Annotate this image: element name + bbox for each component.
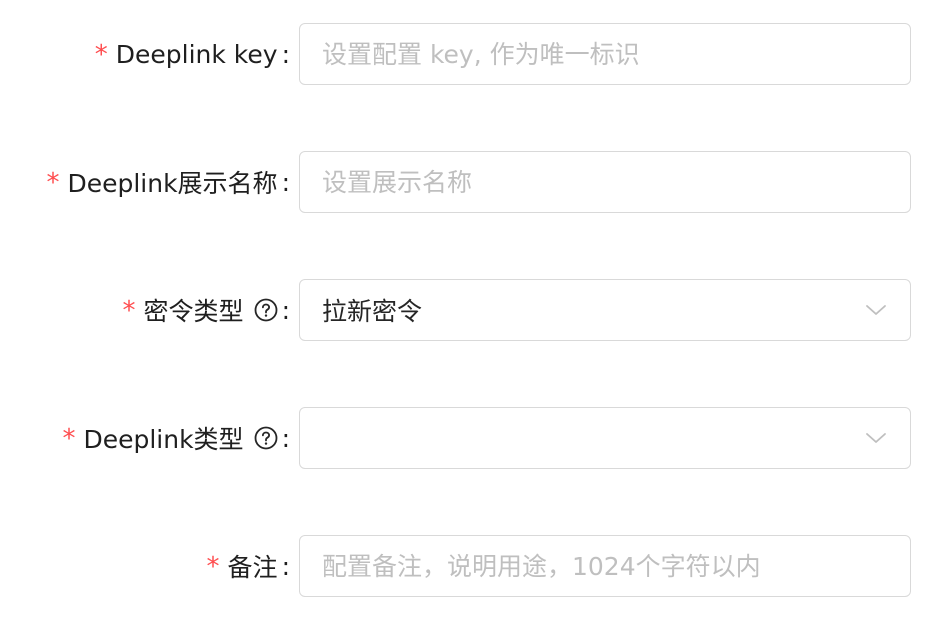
form-label-password-type: * 密令类型 : [123, 279, 290, 341]
question-circle-icon[interactable] [254, 426, 278, 450]
label-colon: : [281, 39, 290, 69]
select-value: 拉新密令 [322, 297, 423, 326]
chevron-down-icon [864, 298, 888, 322]
deeplink-type-select[interactable] [299, 407, 911, 469]
form-item-deeplink-key: * Deeplink key : [0, 23, 946, 85]
remark-input-wrapper[interactable] [299, 535, 911, 597]
remark-input[interactable] [322, 551, 888, 581]
deeplink-key-input[interactable] [322, 39, 888, 69]
form-item-password-type: * 密令类型 : 拉新密令 [0, 279, 946, 341]
required-mark: * [62, 424, 76, 454]
label-text: Deeplink类型 [83, 425, 244, 454]
deeplink-display-name-input[interactable] [322, 167, 888, 197]
form-item-deeplink-display-name: * Deeplink展示名称 : [0, 151, 946, 213]
required-mark: * [206, 552, 220, 582]
label-colon: : [281, 551, 290, 581]
form-label-deeplink-type: * Deeplink类型 : [62, 407, 290, 469]
required-mark: * [94, 40, 108, 70]
label-text: Deeplink key [115, 39, 278, 69]
form-label-deeplink-display-name: * Deeplink展示名称 : [46, 151, 290, 213]
form-label-deeplink-key: * Deeplink key : [95, 23, 290, 85]
form-item-deeplink-type: * Deeplink类型 : [0, 407, 946, 469]
deeplink-display-name-input-wrapper[interactable] [299, 151, 911, 213]
chevron-down-icon [864, 426, 888, 450]
label-colon: : [281, 423, 290, 453]
label-text: Deeplink展示名称 [67, 169, 278, 198]
required-mark: * [122, 296, 136, 326]
password-type-select[interactable]: 拉新密令 [299, 279, 911, 341]
form-label-remark: * 备注 : [207, 535, 290, 597]
label-colon: : [281, 295, 290, 325]
deeplink-key-input-wrapper[interactable] [299, 23, 911, 85]
required-mark: * [46, 168, 60, 198]
label-text: 密令类型 [143, 297, 244, 326]
question-circle-icon[interactable] [254, 298, 278, 322]
form-item-remark: * 备注 : [0, 535, 946, 597]
label-colon: : [281, 167, 290, 197]
label-text: 备注 [227, 553, 278, 582]
